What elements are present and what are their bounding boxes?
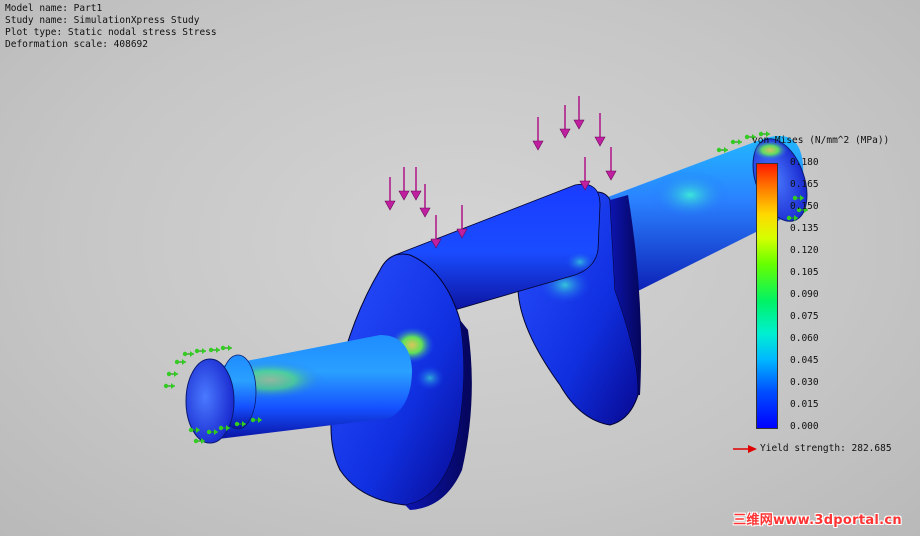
legend-tick: 0.000 [790,421,819,432]
legend-tick: 0.150 [790,201,819,212]
yield-strength-label: Yield strength: 282.685 [760,443,892,454]
legend-title: von Mises (N/mm^2 (MPa)) [752,135,890,146]
legend-tick: 0.075 [790,311,819,322]
legend-tick: 0.030 [790,377,819,388]
legend-tick: 0.165 [790,179,819,190]
arrow-right-icon [733,444,757,453]
legend-tick: 0.045 [790,355,819,366]
yield-strength: Yield strength: 282.685 [732,443,892,454]
legend-tick: 0.090 [790,289,819,300]
stress-colorbar [756,163,778,429]
legend-tick: 0.015 [790,399,819,410]
model-viewport[interactable] [0,0,920,536]
legend-tick: 0.060 [790,333,819,344]
watermark: 三维网www.3dportal.cn [733,513,902,528]
legend-tick: 0.120 [790,245,819,256]
legend-tick: 0.135 [790,223,819,234]
legend-tick: 0.105 [790,267,819,278]
legend-tick: 0.180 [790,157,819,168]
